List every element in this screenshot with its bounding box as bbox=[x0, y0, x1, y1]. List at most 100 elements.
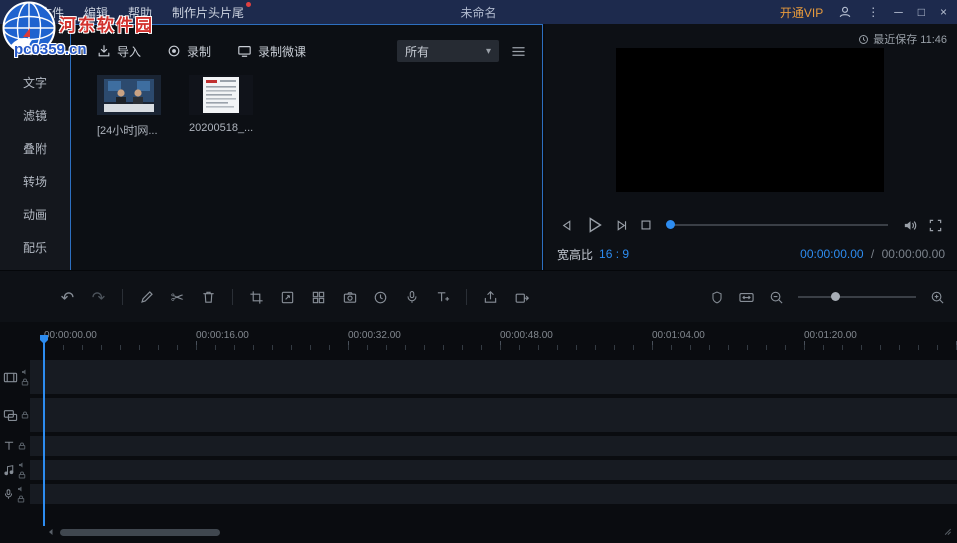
scrubber-handle[interactable] bbox=[666, 220, 675, 229]
playhead[interactable] bbox=[43, 336, 45, 526]
video-track-header[interactable] bbox=[0, 360, 30, 394]
overlay-track-header[interactable] bbox=[0, 398, 30, 432]
scissors-icon[interactable]: ✂ bbox=[162, 288, 193, 307]
zoom-in-icon[interactable] bbox=[930, 290, 945, 305]
publish-icon[interactable] bbox=[506, 290, 537, 305]
record-screen-button[interactable]: 录制微课 bbox=[237, 43, 306, 60]
lock-icon[interactable] bbox=[17, 495, 25, 503]
text-track-icon bbox=[3, 440, 15, 452]
previous-frame-button[interactable] bbox=[559, 218, 574, 233]
record-icon bbox=[167, 44, 181, 58]
import-button[interactable]: 导入 bbox=[97, 43, 141, 60]
preview-scrubber[interactable] bbox=[667, 224, 888, 226]
zoom-slider-handle[interactable] bbox=[831, 292, 840, 301]
crop-icon[interactable] bbox=[241, 290, 272, 305]
list-view-icon[interactable] bbox=[511, 45, 526, 58]
ruler-minor-ticks[interactable] bbox=[44, 345, 957, 350]
track-badges bbox=[18, 442, 26, 450]
record-button[interactable]: 录制 bbox=[167, 43, 211, 60]
maximize-button[interactable]: □ bbox=[918, 5, 925, 19]
menu-file[interactable]: 文件 bbox=[40, 4, 64, 21]
media-filter-select[interactable]: 所有 ▾ bbox=[397, 40, 499, 62]
lock-icon[interactable] bbox=[18, 442, 26, 450]
edit-toolbar: ↶ ↷ ✂ bbox=[0, 270, 957, 323]
voice-track-header[interactable] bbox=[0, 484, 30, 504]
undo-icon[interactable]: ↶ bbox=[52, 288, 83, 307]
timeline-zoom-slider[interactable] bbox=[798, 296, 916, 298]
asset-sidebar: 媒体 文字 滤镜 叠附 转场 动画 配乐 bbox=[0, 24, 70, 280]
last-saved-status: 最近保存 11:46 bbox=[858, 31, 947, 47]
sidebar-item-media[interactable]: 媒体 bbox=[0, 34, 70, 67]
speaker-icon[interactable] bbox=[21, 368, 29, 376]
microphone-icon bbox=[3, 488, 14, 500]
sidebar-item-text[interactable]: 文字 bbox=[0, 67, 70, 100]
menu-make-intro-outro[interactable]: 制作片头片尾 bbox=[172, 4, 244, 21]
menu-help[interactable]: 帮助 bbox=[128, 4, 152, 21]
ruler-label: 00:00:32.00 bbox=[348, 330, 401, 341]
lock-icon[interactable] bbox=[18, 471, 26, 479]
music-track[interactable] bbox=[30, 460, 957, 480]
video-track-1[interactable] bbox=[30, 360, 957, 394]
sidebar-item-filters[interactable]: 滤镜 bbox=[0, 100, 70, 133]
export-icon[interactable] bbox=[475, 289, 506, 305]
import-icon bbox=[97, 44, 111, 58]
resize-icon[interactable] bbox=[272, 290, 303, 305]
menubar: 文件 编辑 帮助 制作片头片尾 bbox=[40, 4, 244, 21]
speaker-icon[interactable] bbox=[17, 485, 25, 493]
next-frame-button[interactable] bbox=[614, 218, 629, 233]
overlay-track[interactable] bbox=[30, 398, 957, 432]
volume-icon[interactable] bbox=[902, 218, 918, 233]
speaker-icon[interactable] bbox=[18, 461, 26, 469]
clock-icon bbox=[858, 34, 869, 45]
close-button[interactable]: × bbox=[940, 5, 947, 19]
lock-icon[interactable] bbox=[21, 378, 29, 386]
divider bbox=[232, 289, 233, 305]
text-track-header[interactable] bbox=[0, 436, 30, 456]
fit-timeline-icon[interactable] bbox=[738, 290, 755, 305]
aspect-ratio-label: 宽高比 bbox=[557, 246, 593, 263]
edit-icon[interactable] bbox=[131, 289, 162, 305]
new-badge-dot bbox=[246, 2, 251, 7]
app-window: 文件 编辑 帮助 制作片头片尾 未命名 开通VIP ⋮ ─ □ × 媒体 文字 … bbox=[0, 0, 957, 543]
video-preview[interactable] bbox=[616, 48, 884, 192]
more-menu-icon[interactable]: ⋮ bbox=[867, 5, 879, 19]
marker-icon[interactable] bbox=[710, 290, 724, 305]
media-item[interactable]: [24小时]网... bbox=[97, 75, 163, 138]
microphone-icon[interactable] bbox=[396, 289, 427, 305]
horizontal-scrollbar-thumb[interactable] bbox=[60, 529, 220, 536]
play-button[interactable] bbox=[584, 215, 604, 235]
timeline: 00:00:00.00 00:00:16.00 00:00:32.00 00:0… bbox=[0, 322, 957, 543]
speech-to-text-icon[interactable] bbox=[427, 290, 458, 305]
sidebar-item-music[interactable]: 配乐 bbox=[0, 232, 70, 265]
divider bbox=[122, 289, 123, 305]
preview-info-bar: 宽高比 16 : 9 00:00:00.00 / 00:00:00.00 bbox=[545, 242, 957, 266]
duration-clock-icon[interactable] bbox=[365, 290, 396, 305]
voice-track[interactable] bbox=[30, 484, 957, 504]
menu-edit[interactable]: 编辑 bbox=[84, 4, 108, 21]
sidebar-item-transitions[interactable]: 转场 bbox=[0, 166, 70, 199]
mosaic-icon[interactable] bbox=[303, 290, 334, 305]
scroll-left-arrow-icon[interactable] bbox=[47, 528, 55, 536]
sidebar-item-animation[interactable]: 动画 bbox=[0, 199, 70, 232]
media-item[interactable]: 20200518_... bbox=[189, 75, 255, 138]
current-time: 00:00:00.00 bbox=[800, 247, 863, 261]
chevron-down-icon: ▾ bbox=[486, 46, 491, 57]
redo-icon[interactable]: ↷ bbox=[83, 288, 114, 307]
stop-button[interactable] bbox=[639, 218, 653, 232]
fullscreen-icon[interactable] bbox=[928, 218, 943, 233]
aspect-ratio-value[interactable]: 16 : 9 bbox=[599, 247, 629, 261]
film-icon bbox=[3, 370, 18, 385]
resize-grip-icon[interactable] bbox=[941, 525, 952, 536]
text-track[interactable] bbox=[30, 436, 957, 456]
sidebar-item-overlays[interactable]: 叠附 bbox=[0, 133, 70, 166]
camera-icon[interactable] bbox=[334, 290, 365, 305]
vip-button[interactable]: 开通VIP bbox=[780, 4, 823, 21]
music-track-header[interactable] bbox=[0, 460, 30, 480]
music-note-icon bbox=[3, 464, 15, 476]
minimize-button[interactable]: ─ bbox=[894, 5, 903, 19]
trash-icon[interactable] bbox=[193, 289, 224, 305]
titlebar: 文件 编辑 帮助 制作片头片尾 未命名 开通VIP ⋮ ─ □ × bbox=[0, 0, 957, 24]
zoom-out-icon[interactable] bbox=[769, 290, 784, 305]
lock-icon[interactable] bbox=[21, 411, 29, 419]
account-icon[interactable] bbox=[838, 5, 852, 19]
